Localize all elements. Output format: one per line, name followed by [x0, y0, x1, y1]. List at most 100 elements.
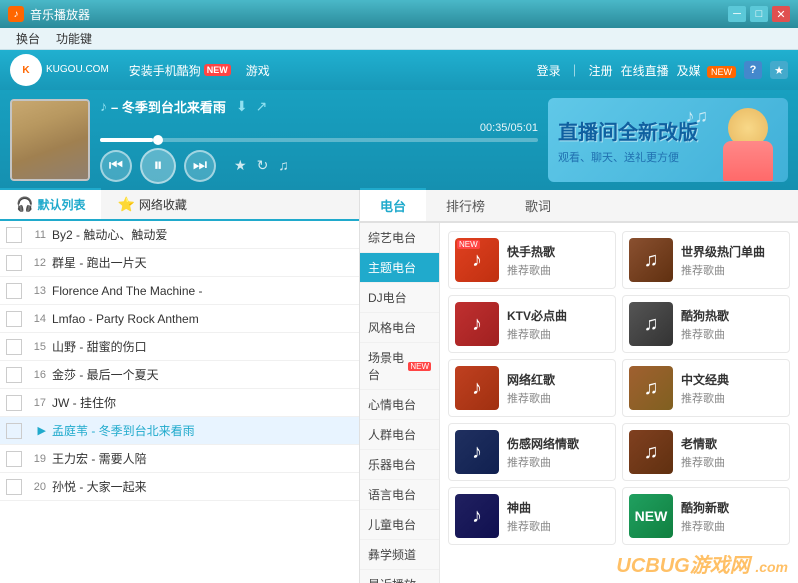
- item-share-icon[interactable]: ◁: [328, 423, 338, 439]
- nav-games[interactable]: 游戏: [246, 62, 270, 79]
- favorite-icon[interactable]: ★: [234, 157, 247, 174]
- item-checkbox[interactable]: [6, 367, 22, 383]
- sidebar-item-crowd[interactable]: 人群电台: [360, 420, 439, 450]
- playlist-item[interactable]: 19 王力宏 - 需要人陪 ★ ◁ ✕: [0, 445, 359, 473]
- radio-card-divine-song[interactable]: ♪ 神曲 推荐歌曲: [448, 487, 616, 545]
- nav-register[interactable]: 注册: [589, 62, 613, 79]
- help-button[interactable]: ?: [744, 61, 762, 79]
- item-share-icon[interactable]: ◁: [328, 395, 338, 411]
- playlist-item-playing[interactable]: ▶ 孟庭苇 - 冬季到台北来看雨 ★ ◁ ✕: [0, 417, 359, 445]
- radio-card-sad-love[interactable]: ♪ 伤感网络情歌 推荐歌曲: [448, 423, 616, 481]
- item-star-icon[interactable]: ★: [312, 227, 324, 243]
- playlist-item[interactable]: 12 群星 - 跑出一片天 ★ ◁ ✕: [0, 249, 359, 277]
- sidebar-item-variety[interactable]: 综艺电台: [360, 223, 439, 253]
- nav-online-live[interactable]: 在线直播: [621, 62, 669, 79]
- playlist-item[interactable]: 15 山野 - 甜蜜的伤口 ★ ◁ ✕: [0, 333, 359, 361]
- item-share-icon[interactable]: ◁: [328, 311, 338, 327]
- item-share-icon[interactable]: ◁: [328, 339, 338, 355]
- item-remove-icon[interactable]: ✕: [342, 339, 353, 355]
- sidebar-item-language[interactable]: 语言电台: [360, 480, 439, 510]
- tab-charts[interactable]: 排行榜: [426, 190, 505, 221]
- item-checkbox[interactable]: [6, 283, 22, 299]
- item-star-icon[interactable]: ★: [312, 479, 324, 495]
- radio-card-chinese-classic[interactable]: ♫ 中文经典 推荐歌曲: [622, 359, 790, 417]
- item-remove-icon[interactable]: ✕: [342, 311, 353, 327]
- radio-card-net-popular[interactable]: ♪ 网络红歌 推荐歌曲: [448, 359, 616, 417]
- menu-functions[interactable]: 功能键: [48, 28, 100, 49]
- playlist-item[interactable]: 13 Florence And The Machine - ★ ◁ ✕: [0, 277, 359, 305]
- item-checkbox[interactable]: [6, 227, 22, 243]
- item-star-icon[interactable]: ★: [312, 423, 324, 439]
- sidebar-item-theme[interactable]: 主题电台: [360, 253, 439, 283]
- nav-media[interactable]: 及媒 NEW: [677, 62, 736, 79]
- item-share-icon[interactable]: ◁: [328, 451, 338, 467]
- skin-button[interactable]: ★: [770, 61, 788, 79]
- item-checkbox[interactable]: [6, 339, 22, 355]
- item-checkbox[interactable]: [6, 423, 22, 439]
- playlist-item[interactable]: 11 By2 - 触动心、触动爱 ★ ◁ ✕: [0, 221, 359, 249]
- item-checkbox[interactable]: [6, 311, 22, 327]
- maximize-button[interactable]: □: [750, 6, 768, 22]
- item-remove-icon[interactable]: ✕: [342, 479, 353, 495]
- item-share-icon[interactable]: ◁: [328, 479, 338, 495]
- tab-lyrics[interactable]: 歌词: [505, 190, 571, 221]
- playlist-item[interactable]: 14 Lmfao - Party Rock Anthem ★ ◁ ✕: [0, 305, 359, 333]
- radio-card-ktv[interactable]: ♪ KTV必点曲 推荐歌曲: [448, 295, 616, 353]
- progress-thumb[interactable]: [153, 135, 163, 145]
- item-star-icon[interactable]: ★: [312, 451, 324, 467]
- radio-card-world[interactable]: ♫ 世界级热门单曲 推荐歌曲: [622, 231, 790, 289]
- item-checkbox[interactable]: [6, 479, 22, 495]
- item-remove-icon[interactable]: ✕: [342, 283, 353, 299]
- repeat-icon[interactable]: ↻: [257, 157, 269, 174]
- item-star-icon[interactable]: ★: [312, 311, 324, 327]
- item-share-icon[interactable]: ◁: [328, 367, 338, 383]
- item-checkbox[interactable]: [6, 255, 22, 271]
- radio-card-old-love-songs[interactable]: ♫ 老情歌 推荐歌曲: [622, 423, 790, 481]
- sidebar-item-children[interactable]: 儿童电台: [360, 510, 439, 540]
- playlist-item[interactable]: 16 金莎 - 最后一个夏天 ★ ◁ ✕: [0, 361, 359, 389]
- sidebar-item-mood[interactable]: 心情电台: [360, 390, 439, 420]
- playlist-item[interactable]: 17 JW - 挂住你 ★ ◁ ✕: [0, 389, 359, 417]
- radio-card-kugou-new[interactable]: NEW 酷狗新歌 推荐歌曲: [622, 487, 790, 545]
- item-star-icon[interactable]: ★: [312, 283, 324, 299]
- item-remove-icon[interactable]: ✕: [342, 451, 353, 467]
- nav-login[interactable]: 登录: [537, 62, 561, 79]
- item-checkbox[interactable]: [6, 451, 22, 467]
- item-remove-icon[interactable]: ✕: [342, 255, 353, 271]
- close-button[interactable]: ✕: [772, 6, 790, 22]
- banner-area[interactable]: 直播间全新改版 观看、聊天、送礼更方便 ♪♫: [548, 98, 788, 182]
- radio-card-kugou-hot[interactable]: ♫ 酷狗热歌 推荐歌曲: [622, 295, 790, 353]
- nav-install-app[interactable]: 安装手机酷狗 NEW: [129, 62, 231, 79]
- tab-radio[interactable]: 电台: [360, 188, 426, 221]
- download-icon[interactable]: ⬇: [236, 98, 248, 115]
- next-button[interactable]: ⏭: [184, 150, 216, 182]
- item-star-icon[interactable]: ★: [312, 255, 324, 271]
- sidebar-item-recent[interactable]: 最近播放: [360, 570, 439, 583]
- sidebar-item-scene[interactable]: 场景电台 NEW: [360, 343, 439, 390]
- item-checkbox[interactable]: [6, 395, 22, 411]
- sidebar-item-yi[interactable]: 彝学频道: [360, 540, 439, 570]
- menu-switch[interactable]: 换台: [8, 28, 48, 49]
- minimize-button[interactable]: ─: [728, 6, 746, 22]
- tab-network-collection[interactable]: ⭐ 网络收藏: [101, 190, 202, 219]
- item-remove-icon[interactable]: ✕: [342, 367, 353, 383]
- item-remove-icon[interactable]: ✕: [342, 395, 353, 411]
- item-star-icon[interactable]: ★: [312, 367, 324, 383]
- progress-bar[interactable]: [100, 138, 538, 142]
- radio-card-hot[interactable]: ♪ NEW 快手热歌 推荐歌曲: [448, 231, 616, 289]
- play-pause-button[interactable]: ⏸: [140, 148, 176, 184]
- share-icon[interactable]: ↗: [256, 98, 268, 115]
- item-remove-icon[interactable]: ✕: [342, 227, 353, 243]
- tab-default-list[interactable]: 🎧 默认列表: [0, 188, 101, 219]
- item-star-icon[interactable]: ★: [312, 339, 324, 355]
- sidebar-item-instrument[interactable]: 乐器电台: [360, 450, 439, 480]
- prev-button[interactable]: ⏮: [100, 150, 132, 182]
- progress-area[interactable]: [100, 138, 538, 142]
- sidebar-item-style[interactable]: 风格电台: [360, 313, 439, 343]
- playlist-item[interactable]: 20 孙悦 - 大家一起来 ★ ◁ ✕: [0, 473, 359, 501]
- item-star-icon[interactable]: ★: [312, 395, 324, 411]
- item-share-icon[interactable]: ◁: [328, 283, 338, 299]
- sidebar-item-dj[interactable]: DJ电台: [360, 283, 439, 313]
- volume-icon[interactable]: ♫: [278, 157, 289, 174]
- item-share-icon[interactable]: ◁: [328, 255, 338, 271]
